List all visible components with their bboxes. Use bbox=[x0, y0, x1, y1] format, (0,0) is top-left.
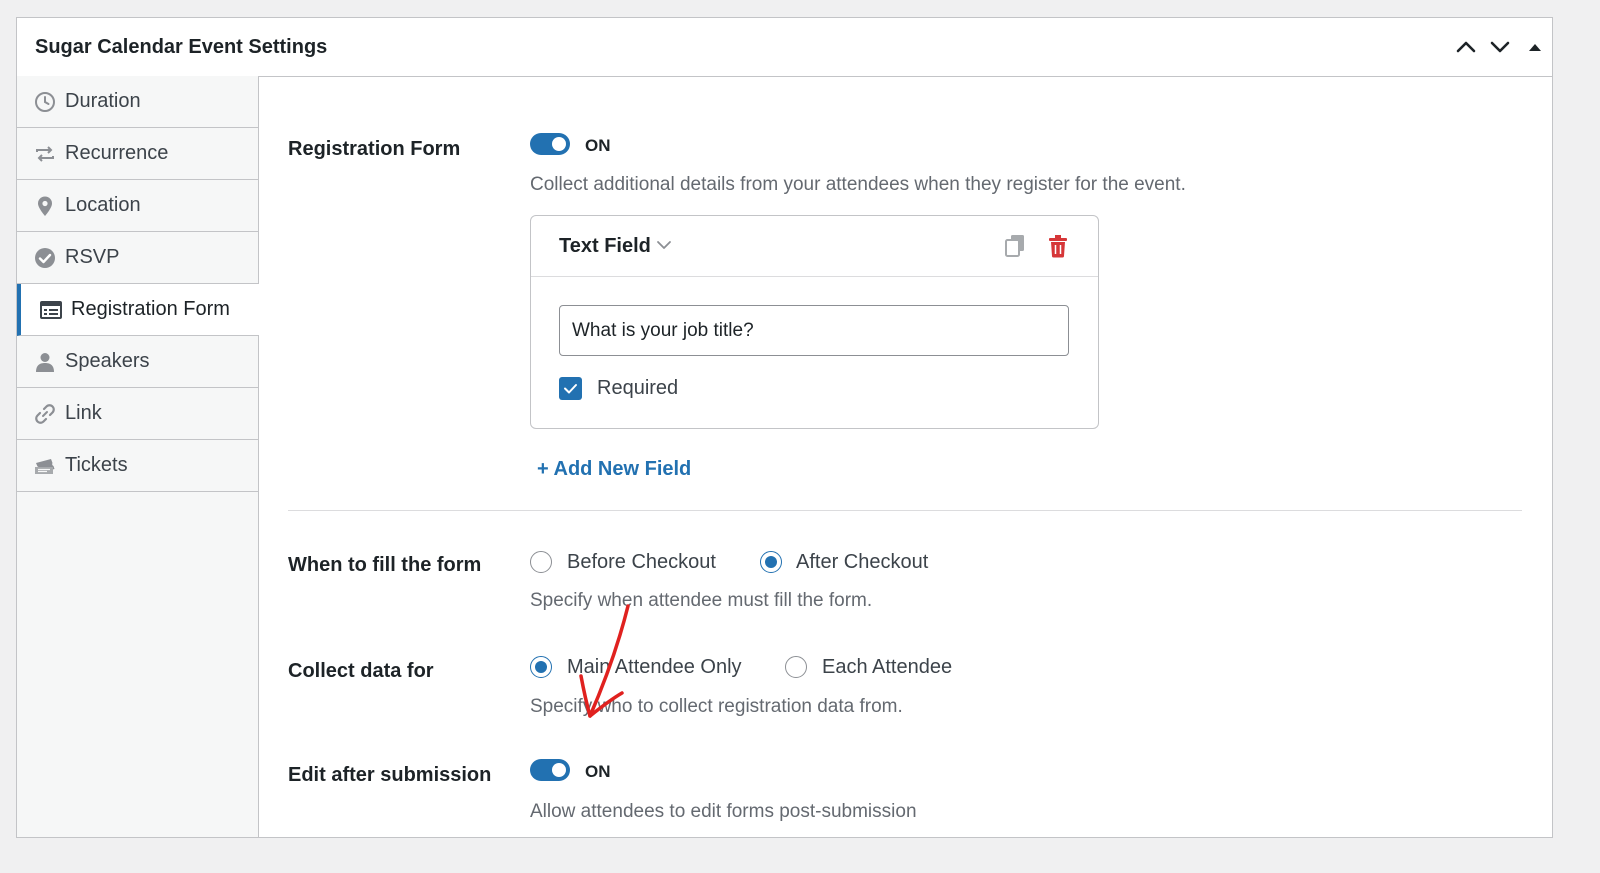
panel-header: Sugar Calendar Event Settings bbox=[17, 18, 1552, 77]
edit-after-submission-description: Allow attendees to edit forms post-submi… bbox=[530, 801, 917, 822]
edit-after-submission-toggle[interactable] bbox=[530, 759, 570, 781]
sidebar-item-label: RSVP bbox=[65, 246, 120, 268]
trash-icon[interactable] bbox=[1046, 233, 1070, 259]
edit-after-submission-toggle-state: ON bbox=[585, 762, 611, 781]
sidebar-item-rsvp[interactable]: RSVP bbox=[17, 232, 258, 284]
map-pin-icon bbox=[33, 194, 57, 218]
settings-sidebar: Duration Recurrence Location RSVP Regist… bbox=[17, 76, 259, 837]
field-question-input[interactable] bbox=[559, 305, 1069, 356]
sidebar-item-label: Registration Form bbox=[71, 298, 230, 320]
radio-each-attendee[interactable] bbox=[785, 656, 807, 678]
form-icon bbox=[39, 298, 63, 322]
radio-after-checkout-label[interactable]: After Checkout bbox=[796, 551, 928, 574]
panel-title: Sugar Calendar Event Settings bbox=[35, 36, 328, 58]
sidebar-item-duration[interactable]: Duration bbox=[17, 76, 258, 128]
required-checkbox[interactable] bbox=[559, 377, 582, 400]
sidebar-item-tickets[interactable]: Tickets bbox=[17, 440, 258, 492]
form-field-card-header: Text Field bbox=[531, 216, 1098, 277]
move-up-icon[interactable] bbox=[1453, 34, 1479, 60]
sidebar-item-speakers[interactable]: Speakers bbox=[17, 336, 258, 388]
move-down-icon[interactable] bbox=[1487, 34, 1513, 60]
sidebar-item-label: Speakers bbox=[65, 350, 150, 372]
add-new-field-button[interactable]: + Add New Field bbox=[537, 458, 691, 481]
section-divider bbox=[288, 510, 1522, 511]
repeat-icon bbox=[33, 142, 57, 166]
chevron-down-icon[interactable] bbox=[655, 236, 673, 254]
radio-main-attendee[interactable] bbox=[530, 656, 552, 678]
sidebar-item-link[interactable]: Link bbox=[17, 388, 258, 440]
when-to-fill-description: Specify when attendee must fill the form… bbox=[530, 590, 873, 611]
duplicate-icon[interactable] bbox=[1003, 233, 1027, 259]
check-circle-icon bbox=[33, 246, 57, 270]
sidebar-item-registration-form[interactable]: Registration Form bbox=[17, 284, 259, 336]
field-type-selector[interactable]: Text Field bbox=[559, 235, 651, 258]
person-icon bbox=[33, 350, 57, 374]
link-icon bbox=[33, 402, 57, 426]
sidebar-item-label: Tickets bbox=[65, 454, 128, 476]
radio-each-attendee-label[interactable]: Each Attendee bbox=[822, 656, 952, 679]
collapse-toggle-icon[interactable] bbox=[1522, 34, 1548, 60]
tickets-icon bbox=[33, 454, 57, 478]
radio-before-checkout-label[interactable]: Before Checkout bbox=[567, 551, 716, 574]
registration-form-toggle-state: ON bbox=[585, 136, 611, 155]
edit-after-submission-label: Edit after submission bbox=[288, 764, 492, 786]
sidebar-item-label: Recurrence bbox=[65, 142, 169, 164]
form-field-card: Text Field Required bbox=[530, 215, 1099, 429]
collect-data-description: Specify who to collect registration data… bbox=[530, 696, 903, 717]
event-settings-panel: Sugar Calendar Event Settings Duration R… bbox=[16, 17, 1553, 838]
sidebar-item-location[interactable]: Location bbox=[17, 180, 258, 232]
collect-data-label: Collect data for bbox=[288, 660, 434, 682]
required-label: Required bbox=[597, 377, 679, 399]
clock-icon bbox=[33, 90, 57, 114]
radio-main-attendee-label[interactable]: Main Attendee Only bbox=[567, 656, 742, 679]
registration-form-label: Registration Form bbox=[288, 138, 461, 160]
sidebar-item-label: Location bbox=[65, 194, 141, 216]
sidebar-item-label: Duration bbox=[65, 90, 141, 112]
sidebar-item-recurrence[interactable]: Recurrence bbox=[17, 128, 258, 180]
when-to-fill-label: When to fill the form bbox=[288, 554, 482, 576]
settings-content: Registration Form ON Collect additional … bbox=[259, 76, 1552, 837]
radio-before-checkout[interactable] bbox=[530, 551, 552, 573]
radio-after-checkout[interactable] bbox=[760, 551, 782, 573]
registration-form-description: Collect additional details from your att… bbox=[530, 174, 1186, 195]
sidebar-item-label: Link bbox=[65, 402, 102, 424]
registration-form-toggle[interactable] bbox=[530, 133, 570, 155]
